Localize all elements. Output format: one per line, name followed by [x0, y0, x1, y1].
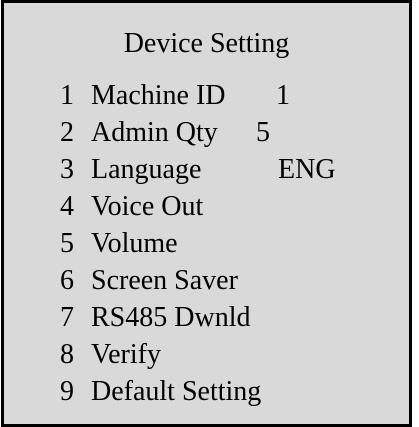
menu-item-number: 3 [60, 154, 74, 185]
page-title: Device Setting [123, 28, 290, 59]
device-setting-panel: Device Setting 1 Machine ID 1 2 Admin Qt… [1, 0, 412, 427]
menu-item-screen-saver[interactable]: 6 Screen Saver [60, 262, 261, 299]
menu-item-voice-out[interactable]: 4 Voice Out [60, 188, 261, 225]
menu-item-label: Volume [91, 228, 178, 259]
menu-item-number: 8 [60, 339, 74, 370]
menu-item-number: 7 [60, 302, 74, 333]
menu-item-value: 1 [276, 80, 290, 111]
menu-item-label: Language [91, 154, 202, 185]
menu-item-volume[interactable]: 5 Volume [60, 225, 261, 262]
menu-item-label: Verify [91, 339, 161, 370]
menu-item-number: 6 [60, 265, 74, 296]
menu-item-label: Admin Qty [91, 117, 218, 148]
menu-item-value: 5 [256, 117, 270, 148]
settings-menu: 1 Machine ID 1 2 Admin Qty 5 3 Language … [60, 77, 336, 410]
menu-item-label: RS485 Dwnld [91, 302, 251, 333]
menu-item-label: Screen Saver [91, 265, 238, 296]
menu-item-number: 4 [60, 191, 74, 222]
menu-item-number: 2 [60, 117, 74, 148]
menu-item-language[interactable]: 3 Language ENG [60, 151, 336, 188]
menu-item-default-setting[interactable]: 9 Default Setting [60, 373, 261, 410]
menu-item-verify[interactable]: 8 Verify [60, 336, 261, 373]
menu-item-value: ENG [278, 154, 336, 185]
menu-item-label: Machine ID [91, 80, 226, 111]
menu-item-number: 1 [60, 80, 74, 111]
menu-item-label: Voice Out [91, 191, 204, 222]
menu-item-label: Default Setting [91, 376, 262, 407]
menu-item-number: 5 [60, 228, 74, 259]
menu-item-admin-qty[interactable]: 2 Admin Qty 5 [60, 114, 270, 151]
menu-item-machine-id[interactable]: 1 Machine ID 1 [60, 77, 290, 114]
menu-item-number: 9 [60, 376, 74, 407]
menu-item-rs485-dwnld[interactable]: 7 RS485 Dwnld [60, 299, 261, 336]
